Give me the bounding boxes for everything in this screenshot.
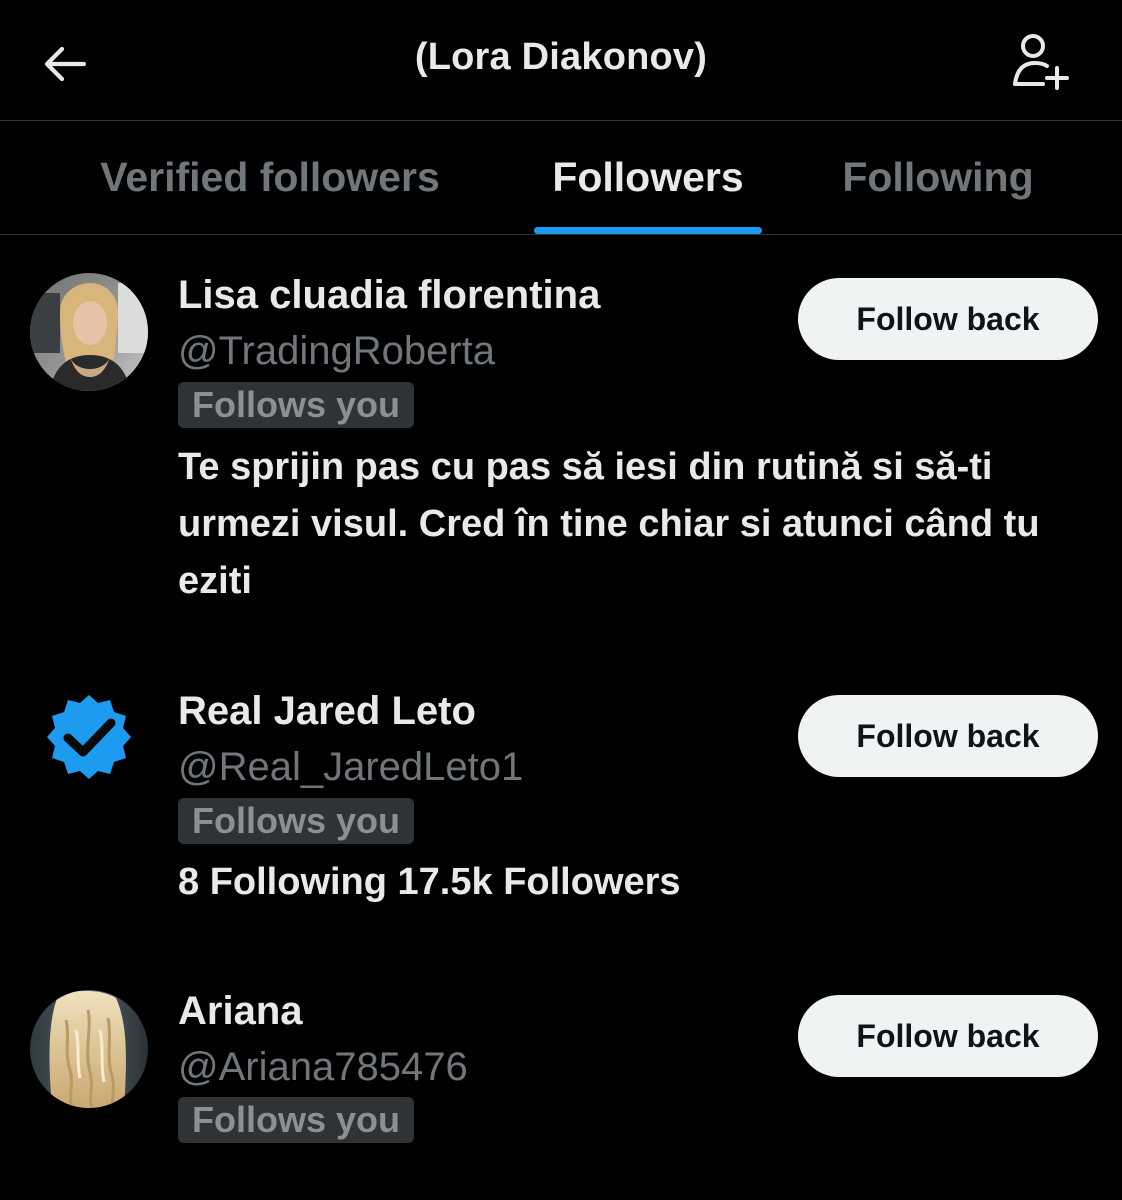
follower-row[interactable]: Real Jared Leto @Real_JaredLeto1 Follows…: [0, 655, 1122, 955]
active-tab-indicator: [534, 227, 762, 234]
username[interactable]: @Ariana785476: [178, 1045, 468, 1090]
username[interactable]: @TradingRoberta: [178, 329, 495, 374]
follows-you-badge: Follows you: [178, 382, 415, 428]
display-name[interactable]: Ariana: [178, 989, 303, 1034]
avatar[interactable]: [30, 273, 148, 391]
verified-badge-icon: [30, 681, 148, 799]
avatar[interactable]: [30, 990, 148, 1108]
display-name[interactable]: Real Jared Leto: [178, 689, 476, 734]
follow-counts: 8 Following 17.5k Followers: [178, 861, 681, 903]
follower-row[interactable]: Lisa cluadia florentina @TradingRoberta …: [0, 235, 1122, 655]
tab-following[interactable]: Following: [810, 121, 1066, 234]
add-user-button[interactable]: [1004, 30, 1074, 94]
display-name[interactable]: Lisa cluadia florentina: [178, 273, 600, 318]
avatar-photo: [30, 990, 148, 1108]
page-title: (Lora Diakonov): [414, 36, 708, 78]
tab-followers[interactable]: Followers: [518, 121, 778, 234]
follow-back-button[interactable]: Follow back: [798, 278, 1098, 360]
bio: Te sprijin pas cu pas să iesi din rutină…: [178, 446, 1040, 602]
add-user-icon: [1013, 34, 1069, 90]
tab-bar: Verified followers Followers Following: [0, 121, 1122, 235]
username[interactable]: @Real_JaredLeto1: [178, 745, 523, 790]
followers-screen: (Lora Diakonov) Verified followers Follo…: [0, 0, 1122, 1200]
avatar[interactable]: [30, 681, 148, 799]
follow-back-button[interactable]: Follow back: [798, 995, 1098, 1077]
follows-you-badge: Follows you: [178, 798, 415, 844]
follower-row[interactable]: Ariana @Ariana785476 Follows you Follow …: [0, 955, 1122, 1200]
avatar-photo: [30, 273, 148, 391]
top-bar: (Lora Diakonov): [0, 0, 1122, 121]
follow-back-button[interactable]: Follow back: [798, 695, 1098, 777]
follows-you-badge: Follows you: [178, 1097, 415, 1143]
tab-verified-followers[interactable]: Verified followers: [60, 121, 480, 234]
